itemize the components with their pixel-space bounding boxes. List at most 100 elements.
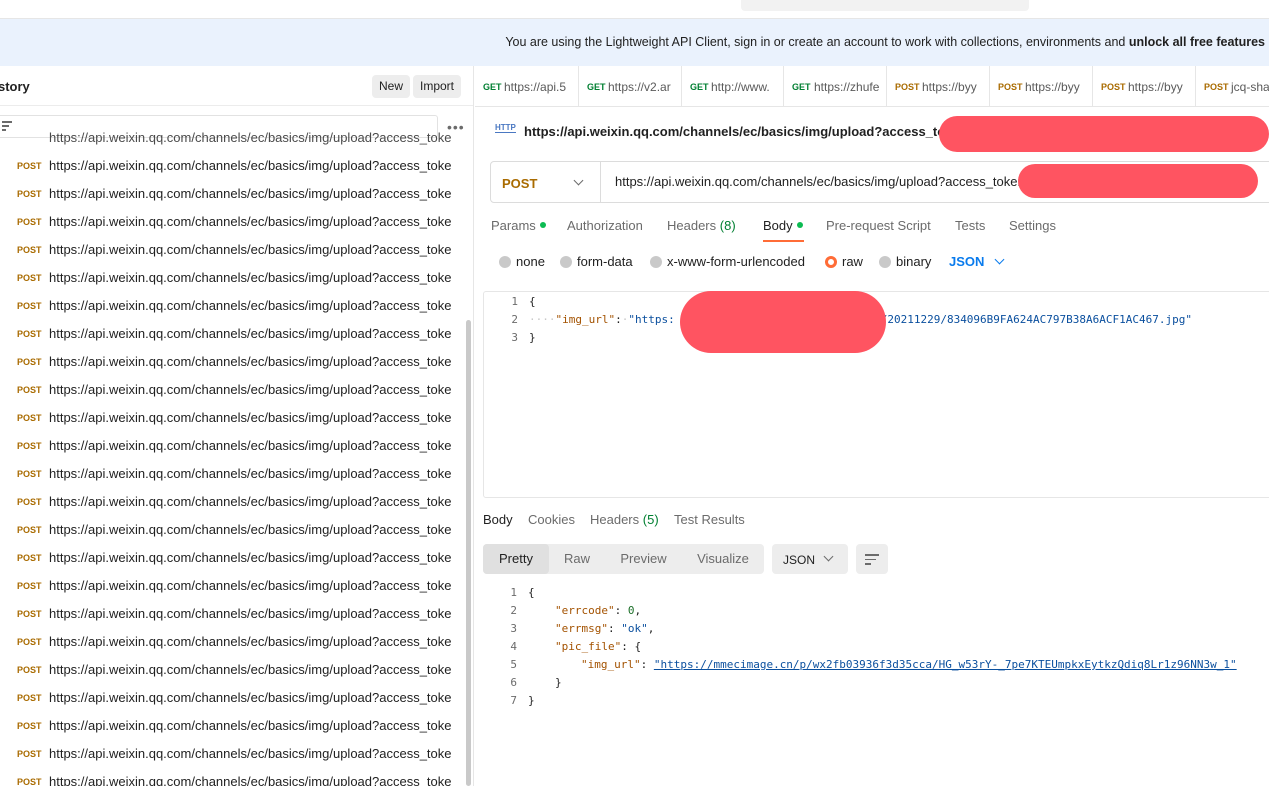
request-tab[interactable]: POST https://byy [990,66,1093,107]
request-tab[interactable]: GET https://v2.ar [579,66,682,107]
request-title[interactable]: https://api.weixin.qq.com/channels/ec/ba… [524,124,960,139]
tab-authorization[interactable]: Authorization [567,218,643,233]
radio-binary-label: binary [896,254,932,269]
history-item-method: POST [17,665,42,675]
history-item-url: https://api.weixin.qq.com/channels/ec/ba… [49,718,452,733]
tab-response-headers[interactable]: Headers (5) [590,512,659,527]
chevron-down-icon [573,175,584,186]
banner-unlock-link[interactable]: unlock all free features [1129,35,1265,49]
history-item[interactable]: POST https://api.weixin.qq.com/channels/e… [0,376,465,404]
response-format-select[interactable]: JSON [772,544,848,574]
tab-headers[interactable]: Headers (8) [667,218,736,233]
history-item[interactable]: POST https://api.weixin.qq.com/channels/e… [0,516,465,544]
tab-tests[interactable]: Tests [955,218,985,233]
history-item[interactable]: POST https://api.weixin.qq.com/channels/e… [0,572,465,600]
tab-test-results[interactable]: Test Results [674,512,745,527]
tab-url: https://zhufe [814,80,880,94]
tab-response-body[interactable]: Body [483,512,513,527]
radio-raw[interactable] [825,256,837,268]
radio-none[interactable] [499,256,511,268]
chevron-down-icon[interactable] [994,254,1005,265]
import-button[interactable]: Import [413,75,462,98]
json-key: "img_url" [581,658,641,671]
body-format-select[interactable]: JSON [949,254,984,269]
sidebar-scrollbar[interactable] [466,320,471,786]
history-item[interactable]: POST https://api.weixin.qq.com/channels/e… [0,180,465,208]
history-item-url: https://api.weixin.qq.com/channels/ec/ba… [49,270,452,285]
response-view-modes: Pretty Raw Preview Visualize [483,544,764,574]
history-list: https://api.weixin.qq.com/channels/ec/ba… [0,132,465,786]
url-input[interactable]: https://api.weixin.qq.com/channels/ec/ba… [615,174,1025,189]
request-body-editor[interactable]: 1{ 2 ····"img_url":·"https:/20211229/8340… [483,291,1269,498]
radio-urlencoded[interactable] [650,256,662,268]
history-item[interactable]: https://api.weixin.qq.com/channels/ec/ba… [0,132,465,152]
request-tab[interactable]: POST https://byy [887,66,990,107]
request-tab[interactable]: GET http://www. [682,66,784,107]
history-item-method: POST [17,721,42,731]
history-item[interactable]: POST https://api.weixin.qq.com/channels/e… [0,740,465,768]
request-tab[interactable]: GET https://zhufe [784,66,887,107]
history-item[interactable]: POST https://api.weixin.qq.com/channels/e… [0,348,465,376]
history-item[interactable]: POST https://api.weixin.qq.com/channels/e… [0,208,465,236]
response-body-viewer[interactable]: 1{ 2 "errcode": 0, 3 "errmsg": "ok", 4 "pic… [483,586,1269,786]
history-item[interactable]: POST https://api.weixin.qq.com/channels/e… [0,656,465,684]
radio-form-data[interactable] [560,256,572,268]
tab-body[interactable]: Body [763,218,803,233]
history-item[interactable]: POST https://api.weixin.qq.com/channels/e… [0,320,465,348]
json-url-link[interactable]: "https://mmecimage.cn/p/wx2fb03936f3d35c… [654,658,1237,671]
history-item[interactable]: POST https://api.weixin.qq.com/channels/e… [0,292,465,320]
tab-prerequest-script[interactable]: Pre-request Script [826,218,931,233]
history-item-method: POST [17,245,42,255]
radio-none-label: none [516,254,545,269]
history-item[interactable]: POST https://api.weixin.qq.com/channels/e… [0,404,465,432]
tab-method: GET [792,82,811,92]
tab-body-label: Body [763,218,793,233]
request-tab[interactable]: GET https://api.5 [475,66,579,107]
response-headers-count: (5) [642,512,659,527]
code-text: } [555,676,562,689]
history-item[interactable]: POST https://api.weixin.qq.com/channels/e… [0,600,465,628]
radio-binary[interactable] [879,256,891,268]
wrap-lines-button[interactable] [856,544,888,574]
new-button[interactable]: New [372,75,411,98]
request-tab[interactable]: POST jcq-sha [1196,66,1269,107]
code-line: 5 "img_url": "https://mmecimage.cn/p/wx2f… [483,658,1269,676]
filter-icon[interactable] [2,121,12,131]
history-item-url: https://api.weixin.qq.com/channels/ec/ba… [49,438,452,453]
tab-method: GET [587,82,606,92]
history-item[interactable]: POST https://api.weixin.qq.com/channels/e… [0,264,465,292]
history-item[interactable]: POST https://api.weixin.qq.com/channels/e… [0,152,465,180]
banner-text: You are using the Lightweight API Client… [505,35,1265,49]
history-item[interactable]: POST https://api.weixin.qq.com/channels/e… [0,628,465,656]
history-item[interactable]: POST https://api.weixin.qq.com/channels/e… [0,712,465,740]
code-text: } [529,331,536,344]
sidebar-header: story New Import [0,66,473,106]
status-dot [539,222,546,228]
line-number: 7 [510,694,517,707]
history-item-url: https://api.weixin.qq.com/channels/ec/ba… [49,158,452,173]
history-item-url: https://api.weixin.qq.com/channels/ec/ba… [49,550,452,565]
history-item[interactable]: POST https://api.weixin.qq.com/channels/e… [0,684,465,712]
history-item[interactable]: POST https://api.weixin.qq.com/channels/e… [0,544,465,572]
view-raw[interactable]: Raw [549,544,605,574]
history-item-url: https://api.weixin.qq.com/channels/ec/ba… [49,214,452,229]
history-item[interactable]: POST https://api.weixin.qq.com/channels/e… [0,488,465,516]
method-select[interactable]: POST [491,162,601,202]
json-string-tail: /20211229/834096B9FA624AC797B38A6ACF1AC4… [880,313,1192,326]
history-item[interactable]: POST https://api.weixin.qq.com/channels/e… [0,460,465,488]
tab-settings[interactable]: Settings [1009,218,1056,233]
tab-method: POST [895,82,920,92]
request-tab[interactable]: POST https://byy [1093,66,1196,107]
banner-message: You are using the Lightweight API Client… [505,35,1129,49]
view-visualize[interactable]: Visualize [682,544,764,574]
view-pretty[interactable]: Pretty [483,544,549,574]
tab-cookies[interactable]: Cookies [528,512,575,527]
history-item[interactable]: POST https://api.weixin.qq.com/channels/e… [0,236,465,264]
history-item-url: https://api.weixin.qq.com/channels/ec/ba… [49,242,452,257]
history-item[interactable]: POST https://api.weixin.qq.com/channels/e… [0,768,465,786]
tab-method: POST [1204,82,1229,92]
view-preview[interactable]: Preview [605,544,682,574]
global-search-input[interactable] [741,0,1029,11]
tab-params[interactable]: Params [491,218,546,233]
history-item[interactable]: POST https://api.weixin.qq.com/channels/e… [0,432,465,460]
